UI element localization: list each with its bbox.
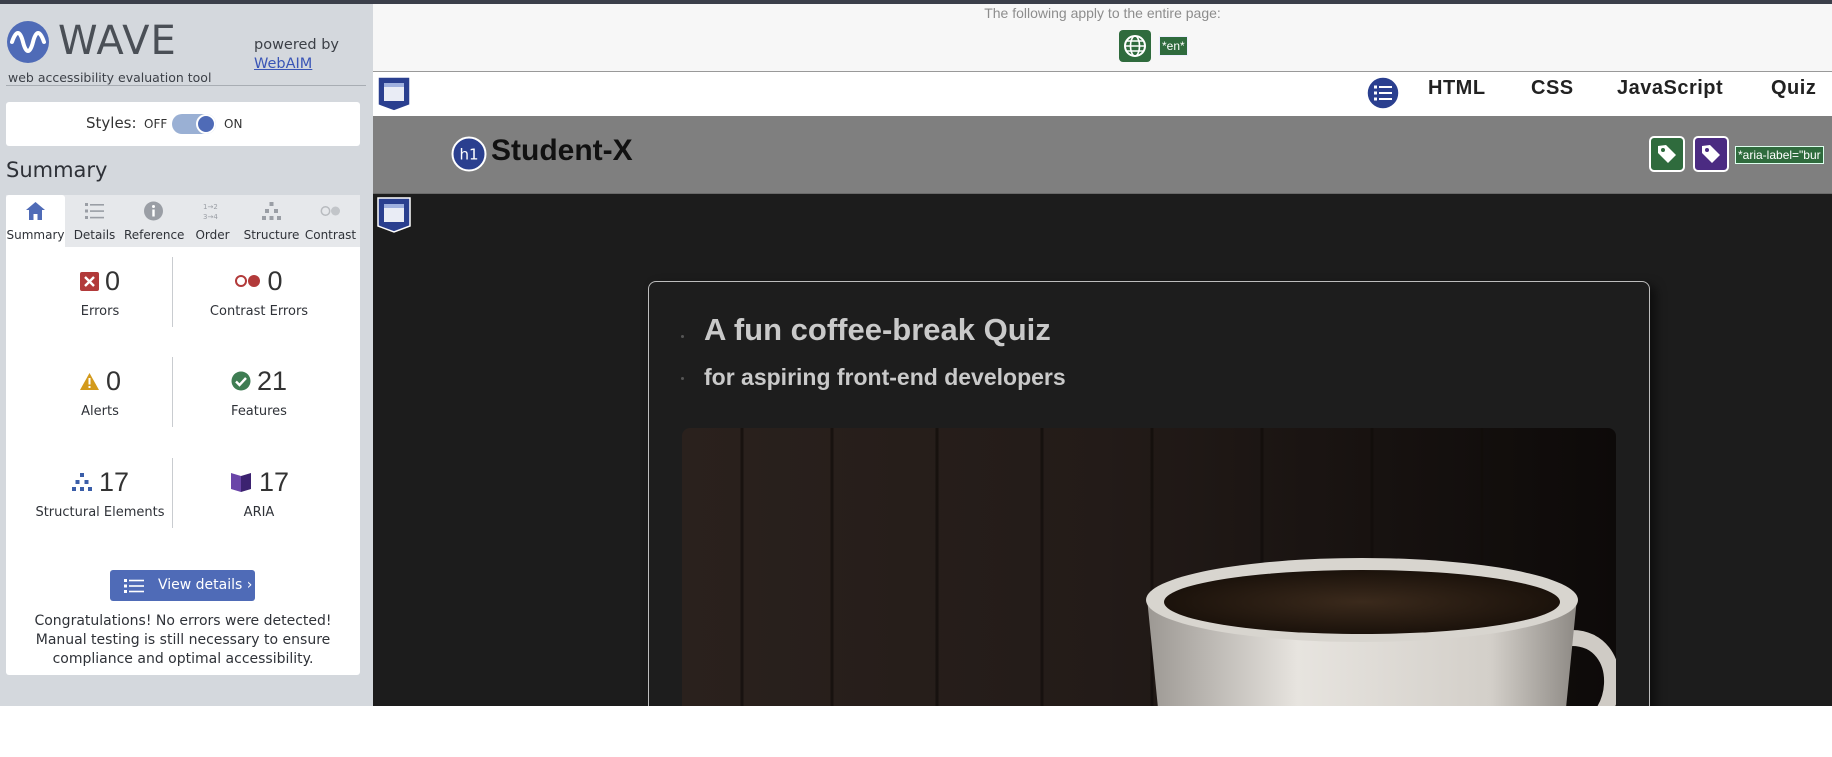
stat-divider (172, 458, 173, 528)
h1-badge-text: h1 (459, 146, 478, 164)
contrast-icon (320, 206, 340, 216)
panel-tabs: Summary Details Reference 1→2 3→4 Order S… (6, 195, 360, 247)
list-icon (85, 203, 104, 219)
site-title: Student-X (491, 134, 633, 167)
structural-icon (71, 473, 92, 491)
document-banner: The following apply to the entire page: … (373, 4, 1832, 72)
wave-wordmark: WAVE (58, 18, 177, 64)
tab-label: Summary (6, 228, 65, 242)
feature-icon (231, 371, 251, 391)
page-preview: The following apply to the entire page: … (373, 4, 1832, 706)
aria-stat[interactable]: 17 ARIA (179, 458, 339, 544)
aria-tag-icon[interactable] (1693, 136, 1729, 172)
tab-label: Reference (124, 228, 185, 242)
tab-label: Structure (243, 228, 300, 242)
info-icon (144, 201, 163, 221)
wave-sidebar: WAVE web accessibility evaluation tool p… (0, 4, 373, 706)
alerts-label: Alerts (81, 404, 119, 419)
heading-h1-icon[interactable]: h1 (451, 136, 487, 172)
structure-icon (262, 202, 281, 220)
order-icon: 1→23→4 (203, 203, 218, 221)
contrast-errors-label: Contrast Errors (209, 304, 309, 319)
home-icon (26, 202, 45, 220)
styles-toggle-box: Styles: OFF ON (6, 102, 360, 146)
site-navbar: HTML CSS JavaScript Quiz (373, 72, 1832, 116)
webaim-link[interactable]: WebAIM (254, 56, 312, 72)
congrats-message: Congratulations! No errors were detected… (34, 613, 332, 667)
nav-link-javascript[interactable]: JavaScript (1617, 77, 1723, 100)
nav-link-html[interactable]: HTML (1428, 77, 1486, 100)
wave-logo-icon (7, 21, 49, 63)
errors-label: Errors (80, 304, 120, 319)
contrast-errors-stat[interactable]: 0 Contrast Errors (179, 257, 339, 343)
tab-structure[interactable]: Structure (242, 195, 301, 247)
heading-marker (681, 335, 684, 338)
tab-contrast[interactable]: Contrast (301, 195, 360, 247)
tab-details[interactable]: Details (65, 195, 124, 247)
view-details-button[interactable]: View details › (110, 570, 255, 601)
quiz-card: A fun coffee-break Quiz for aspiring fro… (648, 281, 1650, 706)
styles-on-label: ON (224, 117, 243, 131)
nav-link-quiz[interactable]: Quiz (1771, 77, 1816, 100)
aria-icon (230, 473, 251, 492)
quiz-subtitle: for aspiring front-end developers (704, 364, 1066, 390)
wave-tagline: web accessibility evaluation tool (8, 70, 212, 85)
contrast-errors-count: 0 (267, 265, 283, 296)
alert-icon (79, 372, 99, 390)
nav-link-css[interactable]: CSS (1531, 77, 1574, 100)
list-icon (124, 579, 144, 593)
language-tag: *en* (1159, 36, 1188, 56)
svg-text:3→4: 3→4 (203, 213, 218, 221)
toggle-knob (196, 114, 216, 134)
structural-stat[interactable]: 17 Structural Elements (20, 458, 180, 544)
tab-label: Order (195, 228, 230, 242)
view-details-label: View details › (158, 577, 253, 593)
powered-by-label: powered by (254, 37, 340, 53)
features-count: 21 (256, 365, 288, 396)
wave-app: WAVE web accessibility evaluation tool p… (0, 4, 1832, 706)
styles-toggle[interactable] (172, 114, 216, 134)
header-region-icon[interactable] (375, 75, 413, 113)
quiz-title: A fun coffee-break Quiz (704, 312, 1051, 347)
stat-divider (172, 357, 173, 427)
contrast-error-icon (235, 275, 261, 287)
error-icon (79, 271, 99, 291)
summary-panel: Summary Details Reference 1→2 3→4 Order S… (6, 195, 360, 675)
styles-off-label: OFF (144, 117, 168, 131)
document-note: The following apply to the entire page: (984, 5, 1221, 21)
tab-reference[interactable]: Reference (124, 195, 185, 247)
svg-text:1→2: 1→2 (203, 203, 218, 211)
structural-count: 17 (98, 466, 130, 497)
errors-count: 0 (104, 265, 121, 296)
stat-divider (172, 257, 173, 327)
tab-label: Details (73, 228, 116, 242)
styles-label: Styles: (86, 114, 137, 132)
errors-stat[interactable]: 0 Errors (20, 257, 180, 343)
coffee-hero-image (682, 428, 1616, 706)
main-region-icon[interactable] (375, 196, 413, 234)
aria-count: 17 (258, 466, 290, 497)
features-stat[interactable]: 21 Features (179, 357, 339, 443)
globe-icon[interactable] (1119, 30, 1151, 62)
alerts-stat[interactable]: 0 Alerts (20, 357, 180, 443)
tab-order[interactable]: 1→2 3→4 Order (183, 195, 242, 247)
wave-brand: WAVE web accessibility evaluation tool p… (6, 14, 366, 86)
aria-label: ARIA (243, 505, 275, 520)
alerts-count: 0 (105, 365, 122, 396)
features-label: Features (231, 404, 287, 419)
site-header: h1 Student-X *aria-label="bur (373, 116, 1832, 194)
heading-marker (681, 377, 684, 380)
list-icon[interactable] (1366, 76, 1400, 110)
tab-summary[interactable]: Summary (6, 195, 65, 247)
summary-heading: Summary (6, 158, 108, 182)
tab-label: Contrast (304, 228, 357, 242)
aria-label-tag: *aria-label="bur (1735, 146, 1824, 164)
structural-label: Structural Elements (35, 505, 165, 520)
tag-icon[interactable] (1649, 136, 1685, 172)
